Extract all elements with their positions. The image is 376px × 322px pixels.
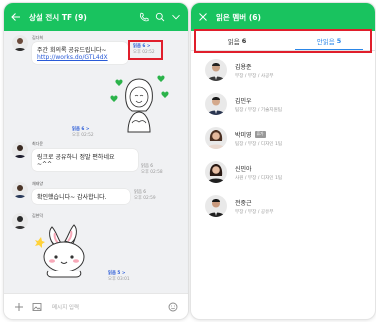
message-time: 오후 02:59 [134,195,156,201]
chat-title: 상설 전시 TF (9) [29,12,87,22]
member-info: 전중근 부장 / 부장 / 공유부 [235,198,274,215]
avatar [205,161,227,183]
highlight-box [128,40,163,60]
shared-link[interactable]: http://works.do/GTL4dX [37,54,123,61]
sender-name: 최다윤 [32,141,44,146]
sender-name: 김현덕 [32,213,44,218]
chat-screen: 상설 전시 TF (9) 김다희 주간 회의록 공유드립니다~ http://w… [4,3,188,319]
member-role: 팀장 / 부장 / 디자인 1팀 [235,141,283,147]
avatar[interactable] [12,213,28,229]
member-name-text: 김용준 [235,63,252,71]
back-arrow-icon[interactable] [9,10,23,24]
message-time: 오후 02:52 [72,132,94,138]
emoji-icon[interactable] [166,300,180,314]
sticker-woman-hearts[interactable] [108,73,170,133]
member-info: 김용준 부장 / 부장 / 사공부 [235,62,274,79]
member-name-text: 신민아 [235,165,252,173]
chat-header: 상설 전시 TF (9) [4,3,188,31]
member-name: 전중근 [235,198,274,207]
status-badge: 휴가 [254,130,266,138]
member-name-text: 김민우 [235,97,252,105]
member-row[interactable]: 전중근 부장 / 부장 / 공유부 [191,191,375,221]
member-row[interactable]: 박미영 휴가 팀장 / 부장 / 디자인 1팀 [191,123,375,153]
member-role: 부장 / 부장 / 공유부 [235,209,274,215]
member-role: 사원 / 부장 / 디자인 1팀 [235,175,283,181]
member-row[interactable]: 김용준 부장 / 부장 / 사공부 [191,55,375,85]
read-members-header: 읽은 멤버 (6) [191,3,375,31]
chevron-down-icon[interactable] [169,10,183,24]
message-meta: 읽음 6 오후 02:59 [134,190,156,202]
avatar [205,93,227,115]
message-meta: 읽음 6 > 오후 02:52 [72,127,94,139]
message-time: 오후 03:01 [108,276,130,282]
sender-name: 채태양 [32,181,44,186]
close-icon[interactable] [196,10,210,24]
member-name: 신민아 [235,164,282,173]
message-meta: 읽음 5 > 오후 03:01 [108,271,130,283]
member-info: 신민아 사원 / 부장 / 디자인 1팀 [235,164,282,181]
avatar[interactable] [12,35,28,51]
member-name: 김용준 [235,62,274,71]
image-icon[interactable] [30,300,44,314]
highlight-box [194,29,372,53]
member-row[interactable]: 신민아 사원 / 부장 / 디자인 1팀 [191,157,375,187]
message-input-bar: 메시지 입력 [4,293,188,319]
member-row[interactable]: 김민우 팀장 / 부장 / 기술지원팀 [191,89,375,119]
sticker-rabbit[interactable] [34,221,98,279]
avatar [205,59,227,81]
message-text: 확인했습니다~ 감사합니다. [37,194,107,201]
member-name-text: 전중근 [235,199,252,207]
member-role: 부장 / 부장 / 사공부 [235,73,274,79]
message-text: 링크로 공유하니 정말 편하네요 [37,154,115,161]
message-bubble[interactable]: 확인했습니다~ 감사합니다. [32,189,130,204]
message-list[interactable]: 김다희 주간 회의록 공유드립니다~ http://works.do/GTL4d… [4,31,188,293]
search-icon[interactable] [153,10,167,24]
phone-icon[interactable] [137,10,151,24]
read-members-title: 읽은 멤버 (6) [216,12,261,22]
avatar [205,127,227,149]
plus-icon[interactable] [12,300,26,314]
message-bubble[interactable]: 링크로 공유하니 정말 편하네요 ~^^ [32,149,138,171]
member-role: 팀장 / 부장 / 기술지원팀 [235,107,282,113]
member-info: 박미영 휴가 팀장 / 부장 / 디자인 1팀 [235,130,282,147]
avatar[interactable] [12,182,28,198]
message-text: 주간 회의록 공유드립니다~ [37,47,107,54]
member-name: 박미영 휴가 [235,130,282,139]
avatar[interactable] [12,142,28,158]
message-time: 오후 02:58 [141,169,163,175]
member-name-text: 박미영 [235,131,252,139]
member-info: 김민우 팀장 / 부장 / 기술지원팀 [235,96,282,113]
message-text: ~^^ [37,161,53,168]
message-input[interactable]: 메시지 입력 [52,303,166,311]
message-meta: 읽음 6 오후 02:58 [141,164,163,176]
read-members-screen: 읽은 멤버 (6) 읽음 6 안읽음 5 김용준 부장 / 부장 / 사공부 김… [191,3,375,319]
sender-name: 김다희 [32,35,44,40]
member-name: 김민우 [235,96,282,105]
avatar [205,195,227,217]
message-bubble[interactable]: 주간 회의록 공유드립니다~ http://works.do/GTL4dX [32,42,128,64]
